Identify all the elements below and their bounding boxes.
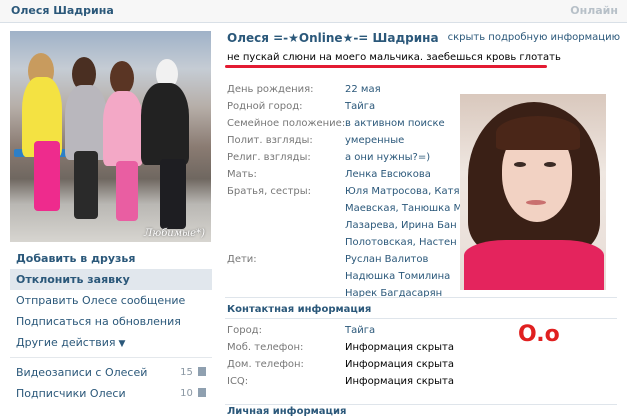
info-row: День рождения: 22 мая bbox=[227, 84, 381, 95]
info-row: Полит. взгляды: умеренные bbox=[227, 135, 405, 146]
people-icon bbox=[198, 388, 206, 397]
info-row: Родной город: Тайга bbox=[227, 101, 376, 112]
subscribe-link[interactable]: Подписаться на обновления bbox=[10, 311, 212, 332]
section-divider bbox=[225, 404, 617, 405]
other-actions-link[interactable]: Другие действия ▼ bbox=[10, 332, 212, 353]
status-underline-annotation bbox=[225, 65, 547, 68]
annotation-text: O.o bbox=[518, 322, 560, 347]
video-icon bbox=[198, 367, 206, 376]
contact-rows: Город: Тайга Моб. телефон: Информация скры… bbox=[227, 322, 462, 390]
actions-menu: Добавить в друзья Отклонить заявку Отпра… bbox=[10, 248, 212, 404]
profile-name: Олеся =-★Online★-= Шадрина bbox=[227, 31, 439, 45]
info-row: Мать: Ленка Евсюкова bbox=[227, 169, 431, 180]
decline-request-button[interactable]: Отклонить заявку bbox=[10, 269, 212, 290]
top-bar: Олеся Шадрина Онлайн bbox=[0, 0, 627, 23]
info-row: Нарек Багдасарян bbox=[345, 288, 443, 299]
info-rows: День рождения: 22 мая Родной город: Тайга … bbox=[227, 81, 462, 302]
info-row: Маевская, Танюшка М bbox=[345, 203, 462, 214]
personal-section-title: Личная информация bbox=[227, 406, 347, 417]
info-row: Братья, сестры: Юля Матросова, Катя bbox=[227, 186, 460, 197]
contact-row: ICQ: Информация скрыта bbox=[227, 376, 454, 387]
contact-row: Город: Тайга bbox=[227, 325, 376, 336]
info-row: Надюшка Томилина bbox=[345, 271, 451, 282]
info-row: Религ. взгляды: а они нужны?=) bbox=[227, 152, 431, 163]
info-row: Семейное положение: в активном поиске bbox=[227, 118, 445, 129]
info-row: Дети: Руслан Валитов bbox=[227, 254, 429, 265]
info-row: Полотовская, Настен bbox=[345, 237, 457, 248]
section-divider bbox=[225, 297, 617, 298]
add-friend-button[interactable]: Добавить в друзья bbox=[10, 248, 212, 269]
status-text[interactable]: не пускай слюни на моего мальчика. заебе… bbox=[227, 52, 561, 63]
contact-row: Дом. телефон: Информация скрыта bbox=[227, 359, 454, 370]
subscribers-link[interactable]: Подписчики Олеси 10 bbox=[10, 383, 212, 404]
send-message-link[interactable]: Отправить Олесе сообщение bbox=[10, 290, 212, 311]
online-status: Онлайн bbox=[570, 4, 618, 17]
section-divider bbox=[225, 318, 617, 319]
portrait-photo[interactable] bbox=[460, 94, 606, 290]
contact-section-title: Контактная информация bbox=[227, 304, 372, 315]
photo-caption: Любимые*) bbox=[144, 228, 205, 239]
chevron-down-icon: ▼ bbox=[118, 339, 126, 349]
info-row: Лазарева, Ирина Бан bbox=[345, 220, 457, 231]
contact-row: Моб. телефон: Информация скрыта bbox=[227, 342, 454, 353]
header-name[interactable]: Олеся Шадрина bbox=[11, 4, 114, 17]
divider bbox=[10, 357, 212, 358]
hide-details-link[interactable]: скрыть подробную информацию bbox=[448, 32, 620, 43]
videos-link[interactable]: Видеозаписи с Олесей 15 bbox=[10, 362, 212, 383]
profile-photo[interactable]: Любимые*) bbox=[10, 31, 211, 242]
